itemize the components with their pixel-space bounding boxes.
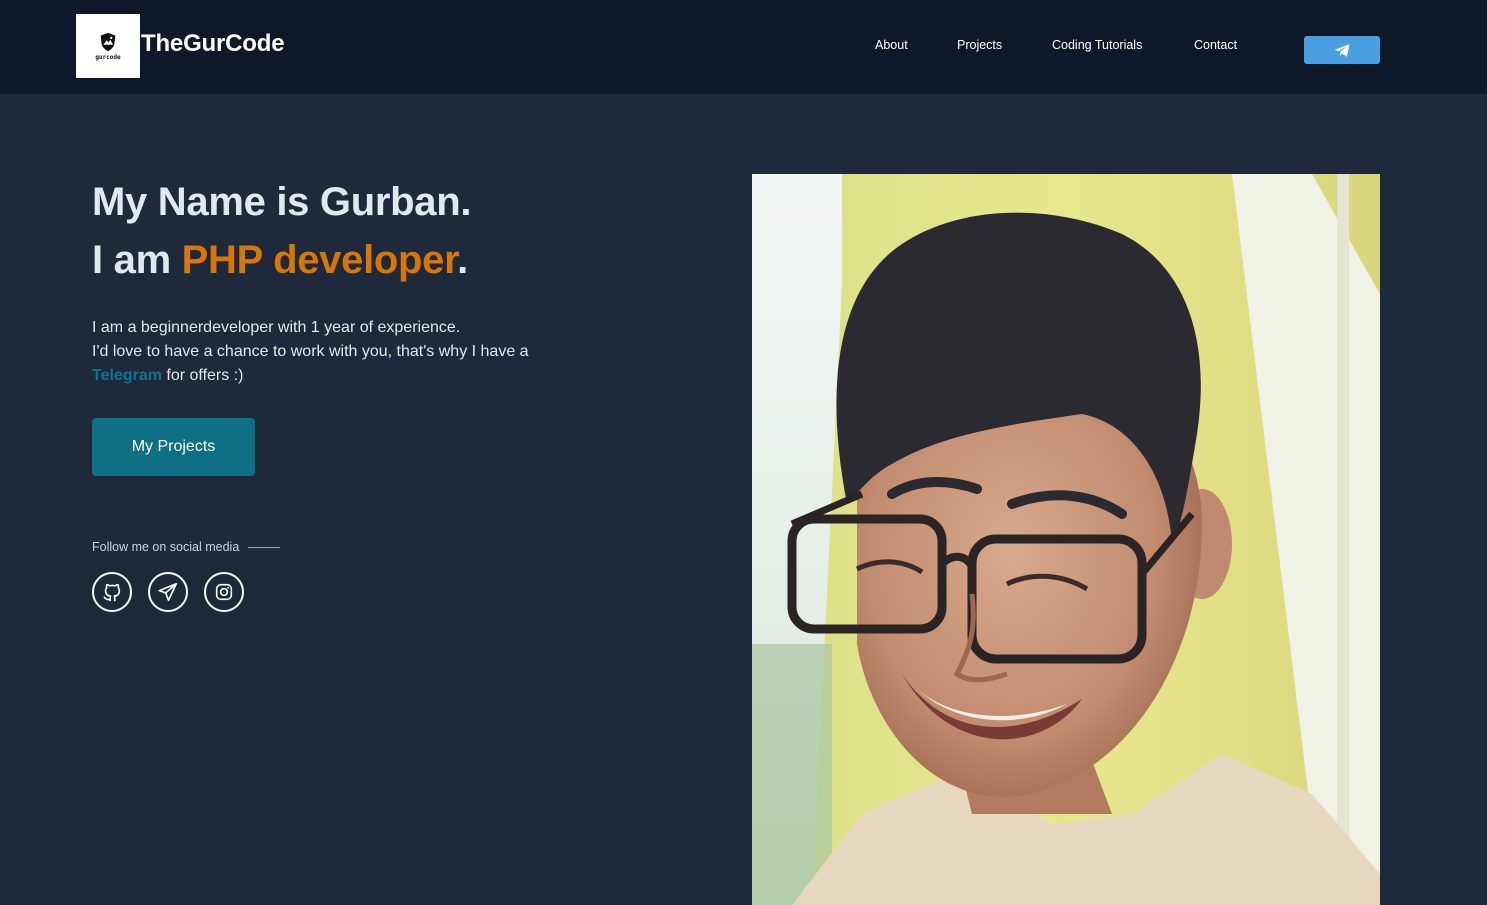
hero-heading-name: My Name is Gurban. — [92, 180, 472, 224]
telegram-icon — [1334, 43, 1350, 57]
site-logo[interactable]: gurcode — [76, 14, 140, 78]
nav-about[interactable]: About — [875, 38, 908, 52]
github-link[interactable] — [92, 572, 132, 612]
desc-tail: for offers :) — [161, 367, 244, 384]
telegram-link[interactable]: Telegram — [92, 367, 162, 384]
nav-projects[interactable]: Projects — [957, 38, 1002, 52]
nav-contact[interactable]: Contact — [1194, 38, 1237, 52]
role-prefix: I am — [92, 238, 182, 282]
desc-line-1: I am a beginnerdeveloper with 1 year of … — [92, 319, 461, 336]
profile-photo — [752, 174, 1380, 905]
telegram-icon — [158, 582, 178, 602]
shield-mountain-icon — [100, 32, 116, 52]
hero-heading-role: I am PHP developer. — [92, 238, 468, 283]
follow-label: Follow me on social media — [92, 540, 240, 554]
telegram-social-link[interactable] — [148, 572, 188, 612]
nav-coding-tutorials[interactable]: Coding Tutorials — [1052, 38, 1142, 52]
instagram-icon — [215, 583, 233, 601]
github-icon — [103, 583, 121, 602]
instagram-link[interactable] — [204, 572, 244, 612]
portrait-image — [752, 174, 1380, 905]
logo-caption: gurcode — [95, 54, 121, 61]
role-accent: PHP developer — [181, 238, 458, 282]
follow-divider — [248, 547, 280, 548]
telegram-button[interactable] — [1304, 36, 1380, 64]
desc-line-2: I'd love to have a chance to work with y… — [92, 343, 529, 360]
my-projects-button[interactable]: My Projects — [92, 418, 255, 476]
role-suffix: . — [457, 238, 468, 282]
hero-description: I am a beginnerdeveloper with 1 year of … — [92, 316, 612, 388]
brand-name[interactable]: TheGurCode — [141, 30, 285, 58]
site-header: gurcode TheGurCode About Projects Coding… — [0, 0, 1487, 94]
